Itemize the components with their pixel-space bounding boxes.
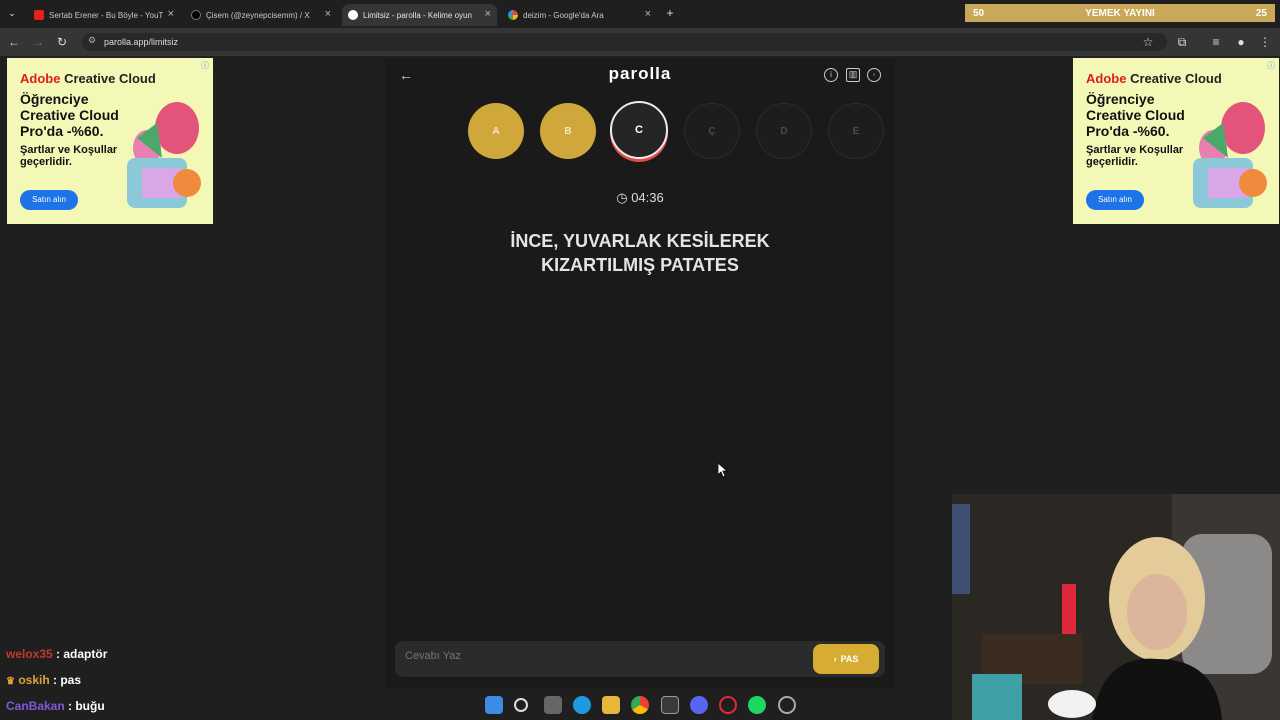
search-icon[interactable] [514,698,528,712]
tab-parolla[interactable]: Limitsiz - parolla - Kelime oyun × [342,4,497,26]
back-icon[interactable]: ← [6,34,22,50]
youtube-icon [34,10,44,20]
letter-d: D [756,103,812,159]
timer: ◷ 04:36 [616,190,664,205]
ad-artwork-image [1193,102,1267,208]
answer-input[interactable] [405,650,785,662]
extensions-icon[interactable]: ⧉ [1174,34,1190,50]
bookmark-star-icon[interactable]: ☆ [1140,34,1156,50]
task-view-icon[interactable] [544,696,562,714]
menu-icon[interactable]: ⋮ [1257,34,1273,50]
letter-c-current: C [610,101,668,159]
close-icon[interactable]: × [485,8,491,20]
x-icon [191,10,201,20]
ad-buy-button[interactable]: Satın alın [20,190,78,210]
profile-avatar-icon[interactable]: ● [1233,34,1249,50]
new-tab-icon[interactable]: + [662,5,678,21]
file-explorer-icon[interactable] [602,696,620,714]
google-icon [508,10,518,20]
ad-artwork-image [127,102,201,208]
x-app-icon[interactable] [661,696,679,714]
mouse-cursor-icon [718,463,728,478]
stats-icon[interactable]: ▥ [846,68,860,82]
site-info-icon[interactable]: ⚙ [88,35,96,46]
webcam-overlay [952,494,1280,720]
answer-box: › PAS [395,641,885,677]
tab-youtube[interactable]: Sertab Erener - Bu Böyle - YouT × [28,4,180,26]
ad-subtext: Şartlar ve Koşullar geçerlidir. [1086,144,1184,168]
address-bar[interactable]: ⚙ parolla.app/limitsiz [82,33,1167,51]
parolla-icon [348,10,358,20]
parolla-logo: parolla [608,64,672,83]
chat-message: welox35 : adaptör [6,647,108,661]
badge-icon: ♛ [6,676,15,687]
spotify-icon[interactable] [748,696,766,714]
ad-subtext: Şartlar ve Koşullar geçerlidir. [20,144,118,168]
chat-message: ♛ oskih : pas [6,673,81,687]
close-icon[interactable]: × [325,8,331,20]
edge-icon[interactable] [573,696,591,714]
ad-brand: Adobe Creative Cloud [1086,71,1222,86]
letter-b: B [540,103,596,159]
chrome-icon[interactable] [631,696,649,714]
letter-a: A [468,103,524,159]
close-icon[interactable]: × [168,8,174,20]
letter-c-cedilla: Ç [684,103,740,159]
question-text: İNCE, YUVARLAK KESİLEREK KIZARTILMIŞ PAT… [510,231,770,275]
ad-banner-left[interactable]: Adobe Creative Cloud Öğrenciye Creative … [7,58,213,224]
tab-google[interactable]: deizim - Google'da Ara × [502,4,657,26]
tab-search-icon[interactable]: ⌄ [4,5,20,21]
ad-info-icon[interactable]: ⓘ [201,60,209,71]
ad-buy-button[interactable]: Satın alın [1086,190,1144,210]
ad-banner-right[interactable]: Adobe Creative Cloud Öğrenciye Creative … [1073,58,1279,224]
user-icon[interactable]: ◦ [867,68,881,82]
forward-icon[interactable]: → [30,34,46,50]
tab-x[interactable]: Çisem (@zeynepcisemm) / X × [185,4,337,26]
discord-icon[interactable] [690,696,708,714]
webcam-image [952,494,1280,720]
info-icon[interactable]: i [824,68,838,82]
windows-start-icon[interactable] [485,696,503,714]
letter-e: E [828,103,884,159]
reload-icon[interactable]: ↻ [54,34,70,50]
chevron-right-icon: › [833,654,837,664]
stream-overlay-bar: 50 YEMEK YAYINI 25 [965,4,1275,22]
opera-icon[interactable] [719,696,737,714]
chat-message: CanBakan : buğu [6,699,105,713]
close-icon[interactable]: × [645,8,651,20]
app-icon[interactable] [778,696,796,714]
ad-info-icon[interactable]: ⓘ [1267,60,1275,71]
pass-button[interactable]: › PAS [813,644,879,674]
ad-brand: Adobe Creative Cloud [20,71,156,86]
clock-icon: ◷ [616,190,628,205]
reading-list-icon[interactable]: ≡ [1208,34,1224,50]
